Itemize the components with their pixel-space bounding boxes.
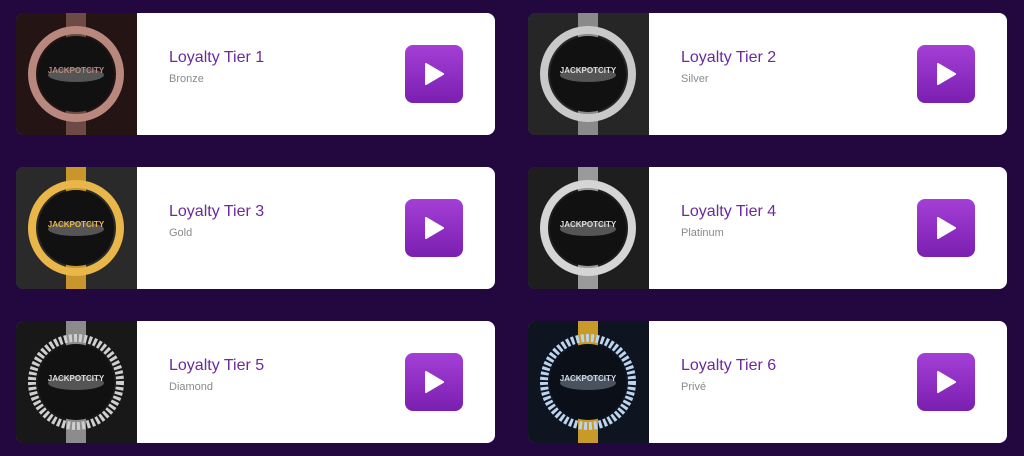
tier-card-3: JACKPOTCITY Loyalty Tier 3 Gold	[16, 167, 495, 289]
tier-title: Loyalty Tier 6	[681, 357, 777, 374]
tier-title: Loyalty Tier 2	[681, 49, 777, 66]
play-button[interactable]	[405, 199, 463, 257]
logo-wordmark: JACKPOTCITY	[560, 66, 617, 75]
tier-badge-prive: JACKPOTCITY	[528, 321, 649, 443]
play-icon	[937, 371, 956, 393]
tier-badge-gold: JACKPOTCITY	[16, 167, 137, 289]
tier-badge-silver: JACKPOTCITY	[528, 13, 649, 135]
play-button[interactable]	[405, 353, 463, 411]
tier-title: Loyalty Tier 5	[169, 357, 265, 374]
tier-badge-bronze: JACKPOTCITY	[16, 13, 137, 135]
play-icon	[425, 217, 444, 239]
play-icon	[425, 63, 444, 85]
play-icon	[937, 217, 956, 239]
tier-title: Loyalty Tier 1	[169, 49, 265, 66]
tier-card-1: JACKPOTCITY Loyalty Tier 1 Bronze	[16, 13, 495, 135]
tier-badge-platinum: JACKPOTCITY	[528, 167, 649, 289]
tier-subtitle: Silver	[681, 73, 709, 85]
tier-title: Loyalty Tier 3	[169, 203, 265, 220]
play-icon	[937, 63, 956, 85]
play-button[interactable]	[917, 199, 975, 257]
play-button[interactable]	[917, 45, 975, 103]
play-button[interactable]	[917, 353, 975, 411]
tier-badge-diamond: JACKPOTCITY	[16, 321, 137, 443]
tier-card-2: JACKPOTCITY Loyalty Tier 2 Silver	[528, 13, 1007, 135]
play-button[interactable]	[405, 45, 463, 103]
tier-subtitle: Bronze	[169, 73, 204, 85]
tier-subtitle: Diamond	[169, 381, 214, 393]
logo-wordmark: JACKPOTCITY	[560, 374, 617, 383]
play-icon	[425, 371, 444, 393]
tier-card-6: JACKPOTCITY Loyalty Tier 6 Privé	[528, 321, 1007, 443]
logo-wordmark: JACKPOTCITY	[560, 220, 617, 229]
tier-card-5: JACKPOTCITY Loyalty Tier 5 Diamond	[16, 321, 495, 443]
tier-card-4: JACKPOTCITY Loyalty Tier 4 Platinum	[528, 167, 1007, 289]
tier-subtitle: Platinum	[681, 227, 724, 239]
tier-subtitle: Privé	[681, 381, 707, 393]
logo-wordmark: JACKPOTCITY	[48, 66, 105, 75]
tier-title: Loyalty Tier 4	[681, 203, 777, 220]
logo-wordmark: JACKPOTCITY	[48, 374, 105, 383]
logo-wordmark: JACKPOTCITY	[48, 220, 105, 229]
tier-subtitle: Gold	[169, 227, 193, 239]
